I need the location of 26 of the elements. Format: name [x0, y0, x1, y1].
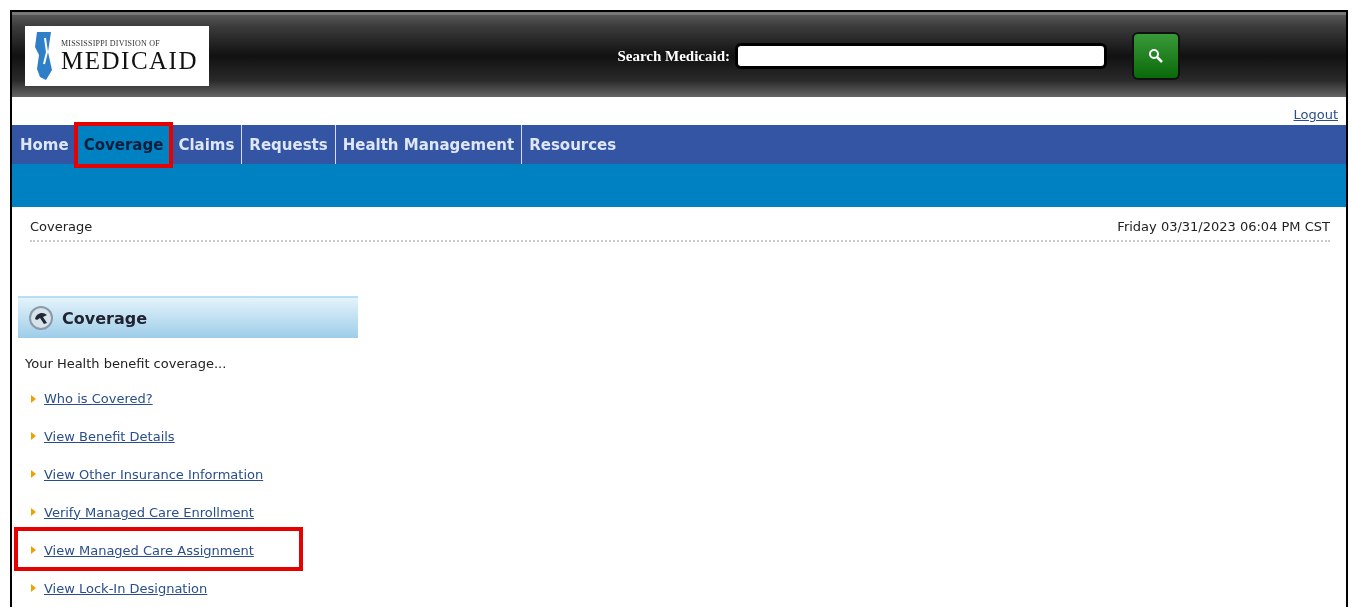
date-time: Friday 03/31/2023 06:04 PM CST [1117, 219, 1330, 234]
coverage-link[interactable]: View Other Insurance Information [44, 466, 264, 482]
search-button[interactable] [1132, 32, 1180, 80]
arrow-icon [31, 432, 36, 440]
search-icon [1148, 48, 1164, 64]
coverage-link[interactable]: View Benefit Details [44, 428, 175, 444]
logout-link[interactable]: Logout [1293, 107, 1338, 123]
logo[interactable]: MISSISSIPPI DIVISION OF MEDICAID [25, 26, 209, 86]
nav-tab[interactable]: Claims [170, 125, 242, 164]
search-label: Search Medicaid: [617, 47, 730, 65]
search-field[interactable] [735, 43, 1107, 69]
arrow-icon [31, 584, 36, 592]
breadcrumb: Coverage [30, 219, 93, 234]
arrow-icon [31, 470, 36, 478]
panel-title: Coverage [62, 308, 147, 328]
coverage-link[interactable]: Who is Covered? [44, 391, 153, 406]
logo-tagline: MISSISSIPPI DIVISION OF [61, 38, 161, 48]
coverage-link[interactable]: View Managed Care Assignment [44, 542, 254, 558]
arrow-icon [31, 508, 36, 516]
logo-wordmark: MEDICAID [61, 47, 198, 74]
arrow-icon [31, 546, 36, 554]
intro-text: Your Health benefit coverage... [25, 356, 228, 371]
arrow-icon [31, 394, 36, 403]
coverage-link[interactable]: Verify Managed Care Enrollment [44, 504, 254, 520]
coverage-link[interactable]: View Lock-In Designation [44, 580, 208, 596]
nav-tab[interactable]: Home [12, 125, 76, 164]
